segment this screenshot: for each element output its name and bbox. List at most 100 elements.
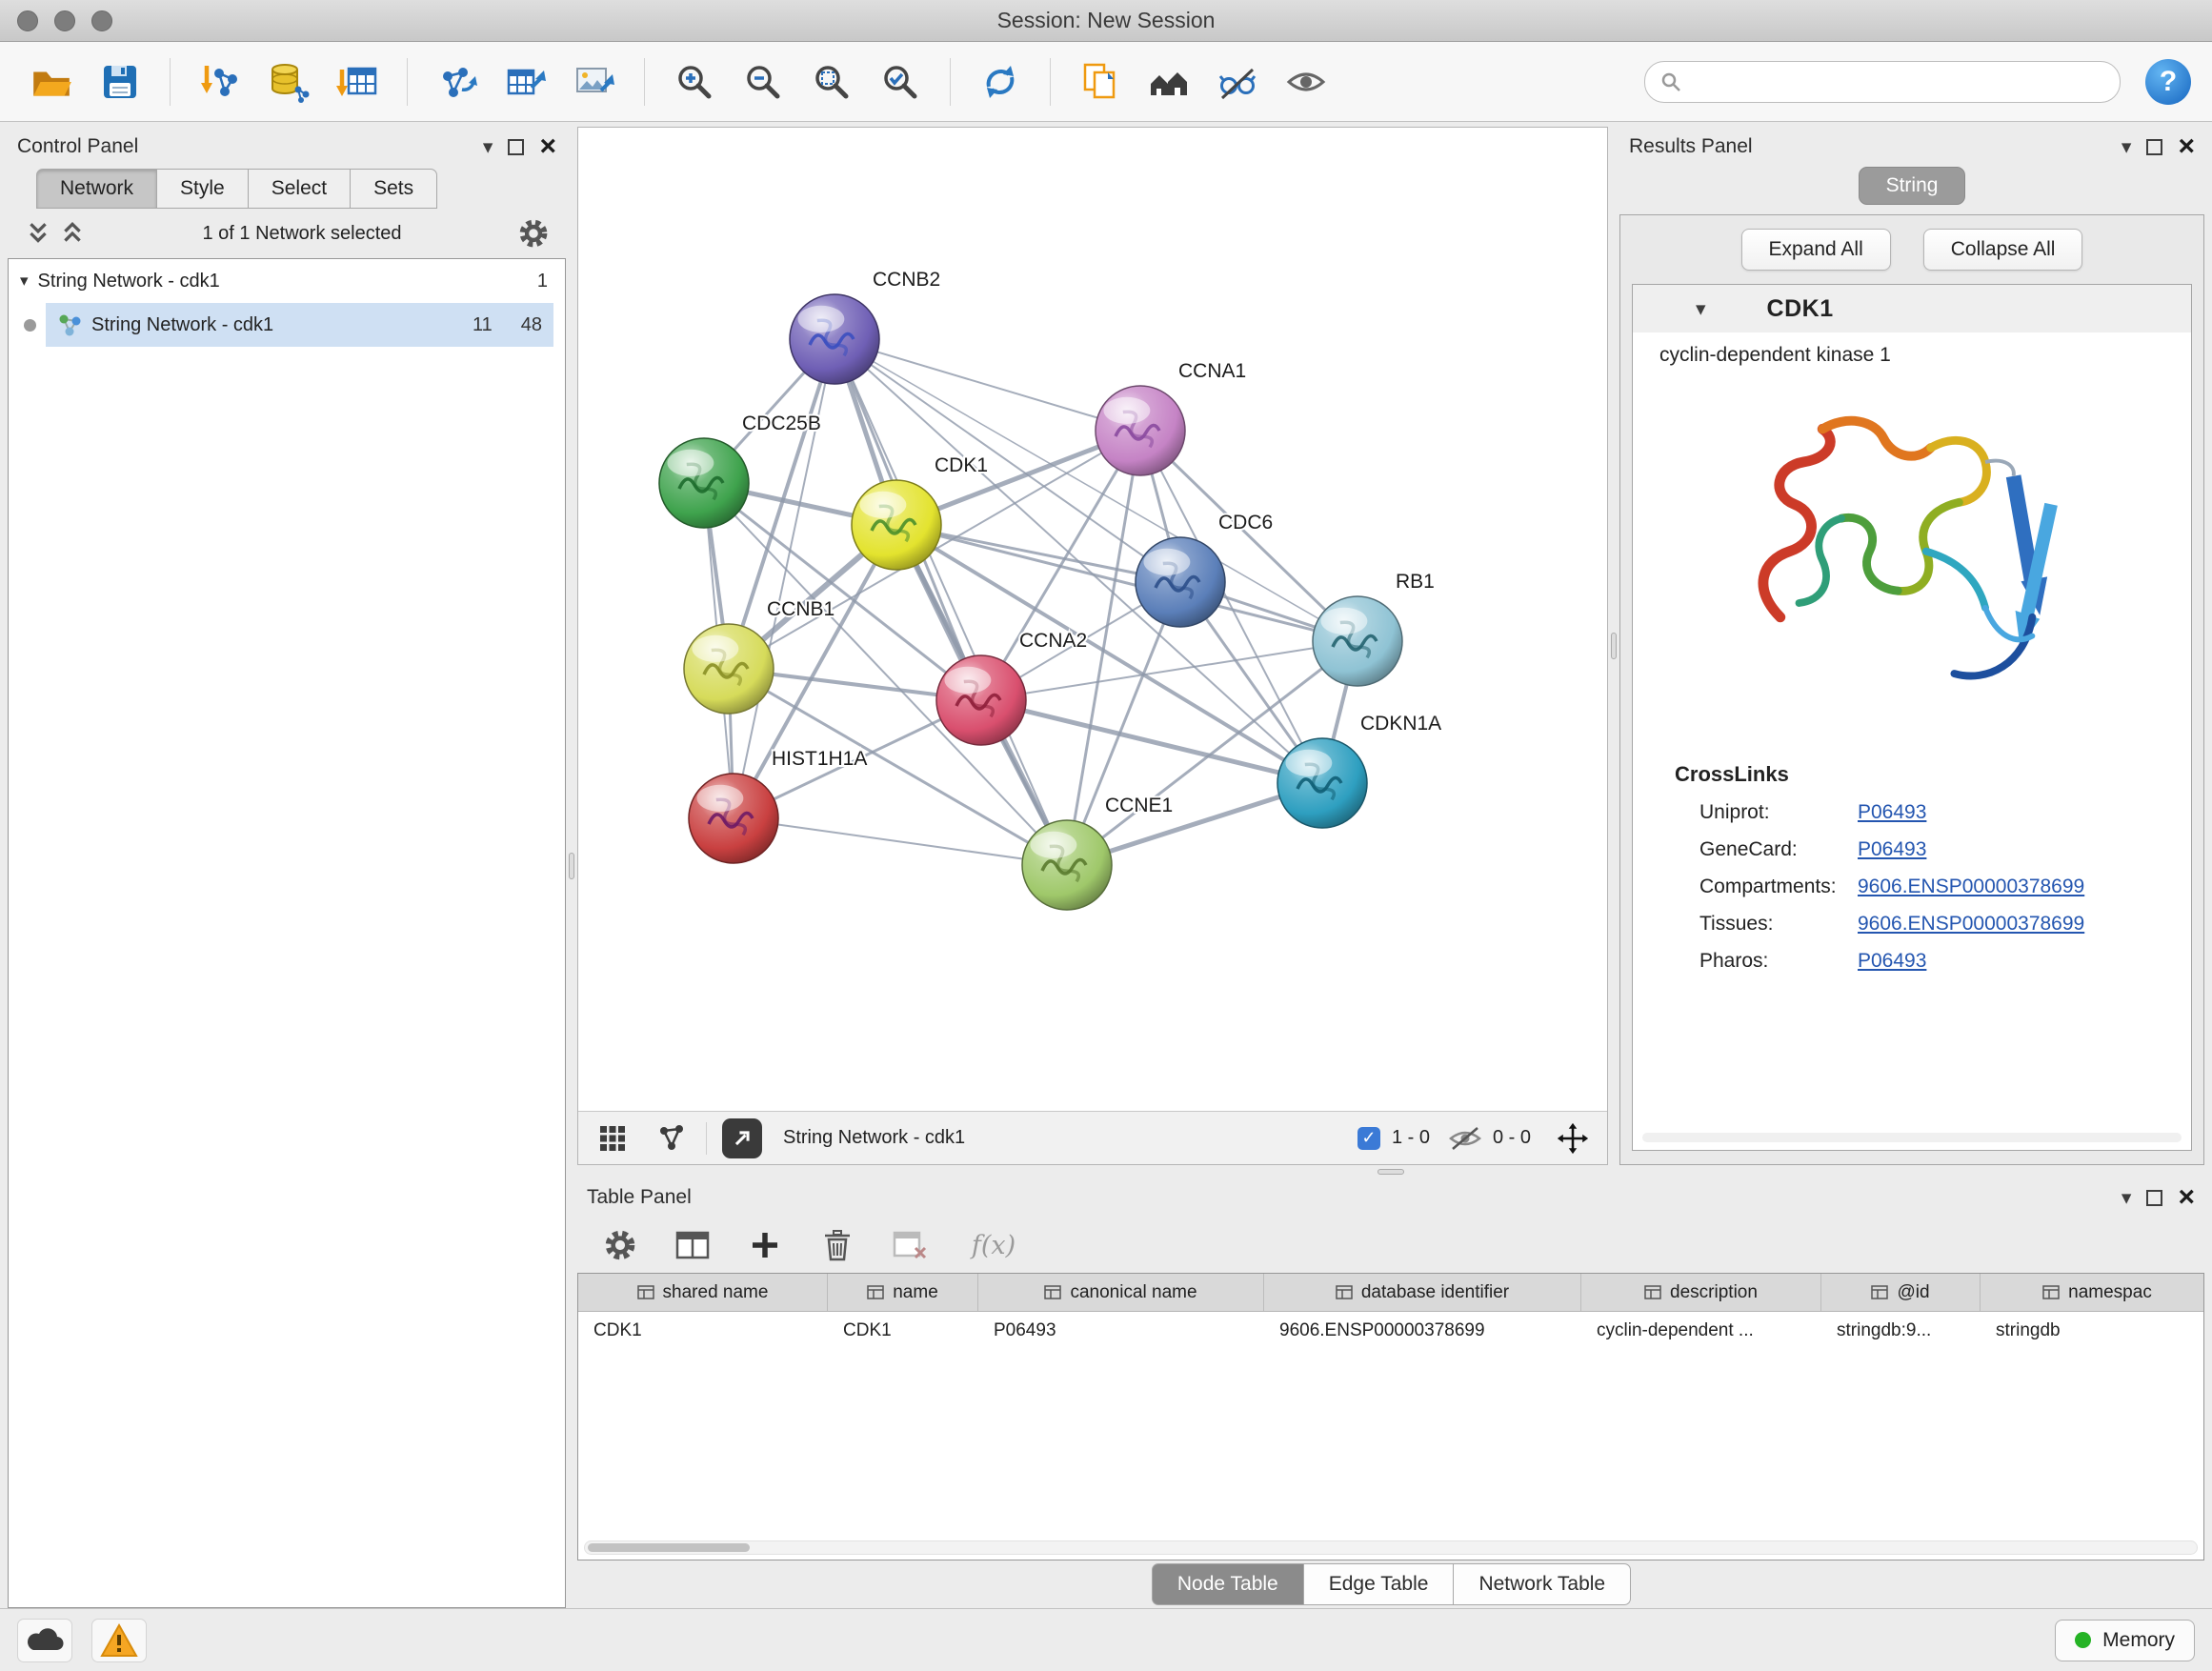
export-network-button[interactable]: [427, 51, 488, 112]
splitter-grip[interactable]: [1377, 1169, 1404, 1175]
network-node-CCNA1[interactable]: CCNA1: [1096, 360, 1246, 475]
table-options-button[interactable]: [598, 1223, 642, 1267]
crosslink-link[interactable]: 9606.ENSP00000378699: [1858, 913, 2084, 936]
clear-table-button[interactable]: [888, 1223, 932, 1267]
open-in-new-window-button[interactable]: [722, 1118, 762, 1158]
table-tab-network-table[interactable]: Network Table: [1453, 1563, 1631, 1605]
close-results-panel-button[interactable]: ×: [2178, 132, 2195, 161]
zoom-in-button[interactable]: [664, 51, 725, 112]
float-results-panel-button[interactable]: ▾: [2122, 137, 2132, 157]
control-panel-splitter[interactable]: [566, 123, 577, 1608]
float-table-panel-button[interactable]: ▾: [2122, 1188, 2132, 1208]
home-button[interactable]: [1138, 51, 1199, 112]
table-tab-node-table[interactable]: Node Table: [1152, 1563, 1304, 1605]
collapse-tree-button[interactable]: [55, 216, 90, 251]
column-header-name[interactable]: name: [828, 1274, 978, 1311]
splitter-grip[interactable]: [569, 853, 574, 879]
float-control-panel-button[interactable]: ▾: [483, 137, 493, 157]
network-node-HIST1H1A[interactable]: HIST1H1A: [689, 748, 867, 863]
table-horizontal-scrollbar[interactable]: [584, 1540, 2198, 1555]
birdseye-view-button[interactable]: [592, 1117, 633, 1159]
table-cell[interactable]: P06493: [978, 1312, 1264, 1350]
copy-document-button[interactable]: [1070, 51, 1131, 112]
add-column-button[interactable]: [743, 1223, 787, 1267]
help-button[interactable]: ?: [2145, 59, 2191, 105]
edge-CDK1-RB1[interactable]: [896, 525, 1357, 641]
network-options-button[interactable]: [514, 214, 553, 252]
crosslink-link[interactable]: P06493: [1858, 950, 1926, 973]
table-cell[interactable]: stringdb: [1981, 1312, 2204, 1350]
warnings-button[interactable]: [91, 1619, 147, 1662]
zoom-window-button[interactable]: [91, 10, 112, 31]
maximize-table-panel-button[interactable]: [2146, 1190, 2162, 1206]
maximize-control-panel-button[interactable]: [508, 139, 524, 155]
edge-CCNB2-HIST1H1A[interactable]: [734, 339, 835, 818]
results-scrollbar[interactable]: [1642, 1133, 2182, 1142]
table-panel-splitter[interactable]: [577, 1165, 2204, 1178]
network-collection-row[interactable]: ▾ String Network - cdk1 1: [9, 259, 565, 303]
hide-elements-button[interactable]: [1207, 51, 1268, 112]
import-network-file-button[interactable]: [190, 51, 251, 112]
table-cell[interactable]: 9606.ENSP00000378699: [1264, 1312, 1581, 1350]
gene-section-header[interactable]: ▾ CDK1: [1633, 285, 2191, 332]
import-network-database-button[interactable]: [258, 51, 319, 112]
column-header-namespac[interactable]: namespac: [1981, 1274, 2203, 1311]
export-table-button[interactable]: [495, 51, 556, 112]
maximize-results-panel-button[interactable]: [2146, 139, 2162, 155]
edge-CCNB2-CCNE1[interactable]: [835, 339, 1067, 865]
tab-string[interactable]: String: [1859, 167, 1966, 205]
column-header-description[interactable]: description: [1581, 1274, 1821, 1311]
table-cell[interactable]: CDK1: [828, 1312, 978, 1350]
selected-checkbox-icon[interactable]: ✓: [1357, 1127, 1380, 1150]
save-session-button[interactable]: [90, 51, 151, 112]
column-header-canonical-name[interactable]: canonical name: [978, 1274, 1264, 1311]
search-input[interactable]: [1691, 70, 2104, 92]
column-header--id[interactable]: @id: [1821, 1274, 1981, 1311]
memory-button[interactable]: Memory: [2055, 1620, 2195, 1661]
collapse-gene-icon[interactable]: ▾: [1696, 299, 1706, 319]
network-view[interactable]: CCNB2CCNA1CDC25BCDK1CDC6RB1CCNB1CCNA2CDK…: [578, 128, 1607, 1111]
table-cell[interactable]: CDK1: [578, 1312, 828, 1350]
close-control-panel-button[interactable]: ×: [539, 132, 556, 161]
network-node-CDC6[interactable]: CDC6: [1136, 512, 1273, 627]
network-node-RB1[interactable]: RB1: [1313, 571, 1435, 686]
export-image-button[interactable]: [564, 51, 625, 112]
tab-sets[interactable]: Sets: [350, 169, 437, 209]
crosslink-link[interactable]: P06493: [1858, 838, 1926, 861]
function-builder-button[interactable]: f(x): [960, 1223, 1027, 1267]
network-overview-button[interactable]: [649, 1117, 691, 1159]
zoom-selected-button[interactable]: [870, 51, 931, 112]
table-cell[interactable]: stringdb:9...: [1821, 1312, 1981, 1350]
delete-column-button[interactable]: [815, 1223, 859, 1267]
table-tab-edge-table[interactable]: Edge Table: [1303, 1563, 1455, 1605]
close-window-button[interactable]: [17, 10, 38, 31]
minimize-window-button[interactable]: [54, 10, 75, 31]
network-row-selected[interactable]: String Network - cdk1 11 48: [46, 303, 553, 347]
splitter-grip[interactable]: [1611, 633, 1617, 659]
network-node-CCNB2[interactable]: CCNB2: [790, 269, 940, 384]
network-node-CCNE1[interactable]: CCNE1: [1022, 795, 1173, 910]
open-session-button[interactable]: [21, 51, 82, 112]
expand-tree-button[interactable]: [21, 216, 55, 251]
tab-style[interactable]: Style: [156, 169, 249, 209]
network-node-CCNB1[interactable]: CCNB1: [684, 598, 835, 714]
scrollbar-thumb[interactable]: [588, 1543, 750, 1552]
import-table-button[interactable]: [327, 51, 388, 112]
tab-select[interactable]: Select: [248, 169, 351, 209]
network-node-CDC25B[interactable]: CDC25B: [659, 413, 821, 528]
refresh-layout-button[interactable]: [970, 51, 1031, 112]
expand-all-button[interactable]: Expand All: [1741, 229, 1891, 271]
edge-CCNB2-CCNA1[interactable]: [835, 339, 1140, 431]
tab-network[interactable]: Network: [36, 169, 157, 209]
collapse-all-button[interactable]: Collapse All: [1923, 229, 2083, 271]
network-node-CDK1[interactable]: CDK1: [852, 454, 988, 570]
show-columns-button[interactable]: [671, 1223, 714, 1267]
column-header-shared-name[interactable]: shared name: [578, 1274, 828, 1311]
table-cell[interactable]: cyclin-dependent ...: [1581, 1312, 1821, 1350]
show-elements-button[interactable]: [1276, 51, 1337, 112]
tree-caret-icon[interactable]: ▾: [20, 272, 29, 291]
network-row[interactable]: String Network - cdk1 11 48: [9, 303, 565, 347]
pan-mode-button[interactable]: [1552, 1117, 1594, 1159]
edge-HIST1H1A-CCNE1[interactable]: [734, 818, 1067, 865]
table-row[interactable]: CDK1CDK1P064939606.ENSP00000378699cyclin…: [578, 1312, 2203, 1350]
